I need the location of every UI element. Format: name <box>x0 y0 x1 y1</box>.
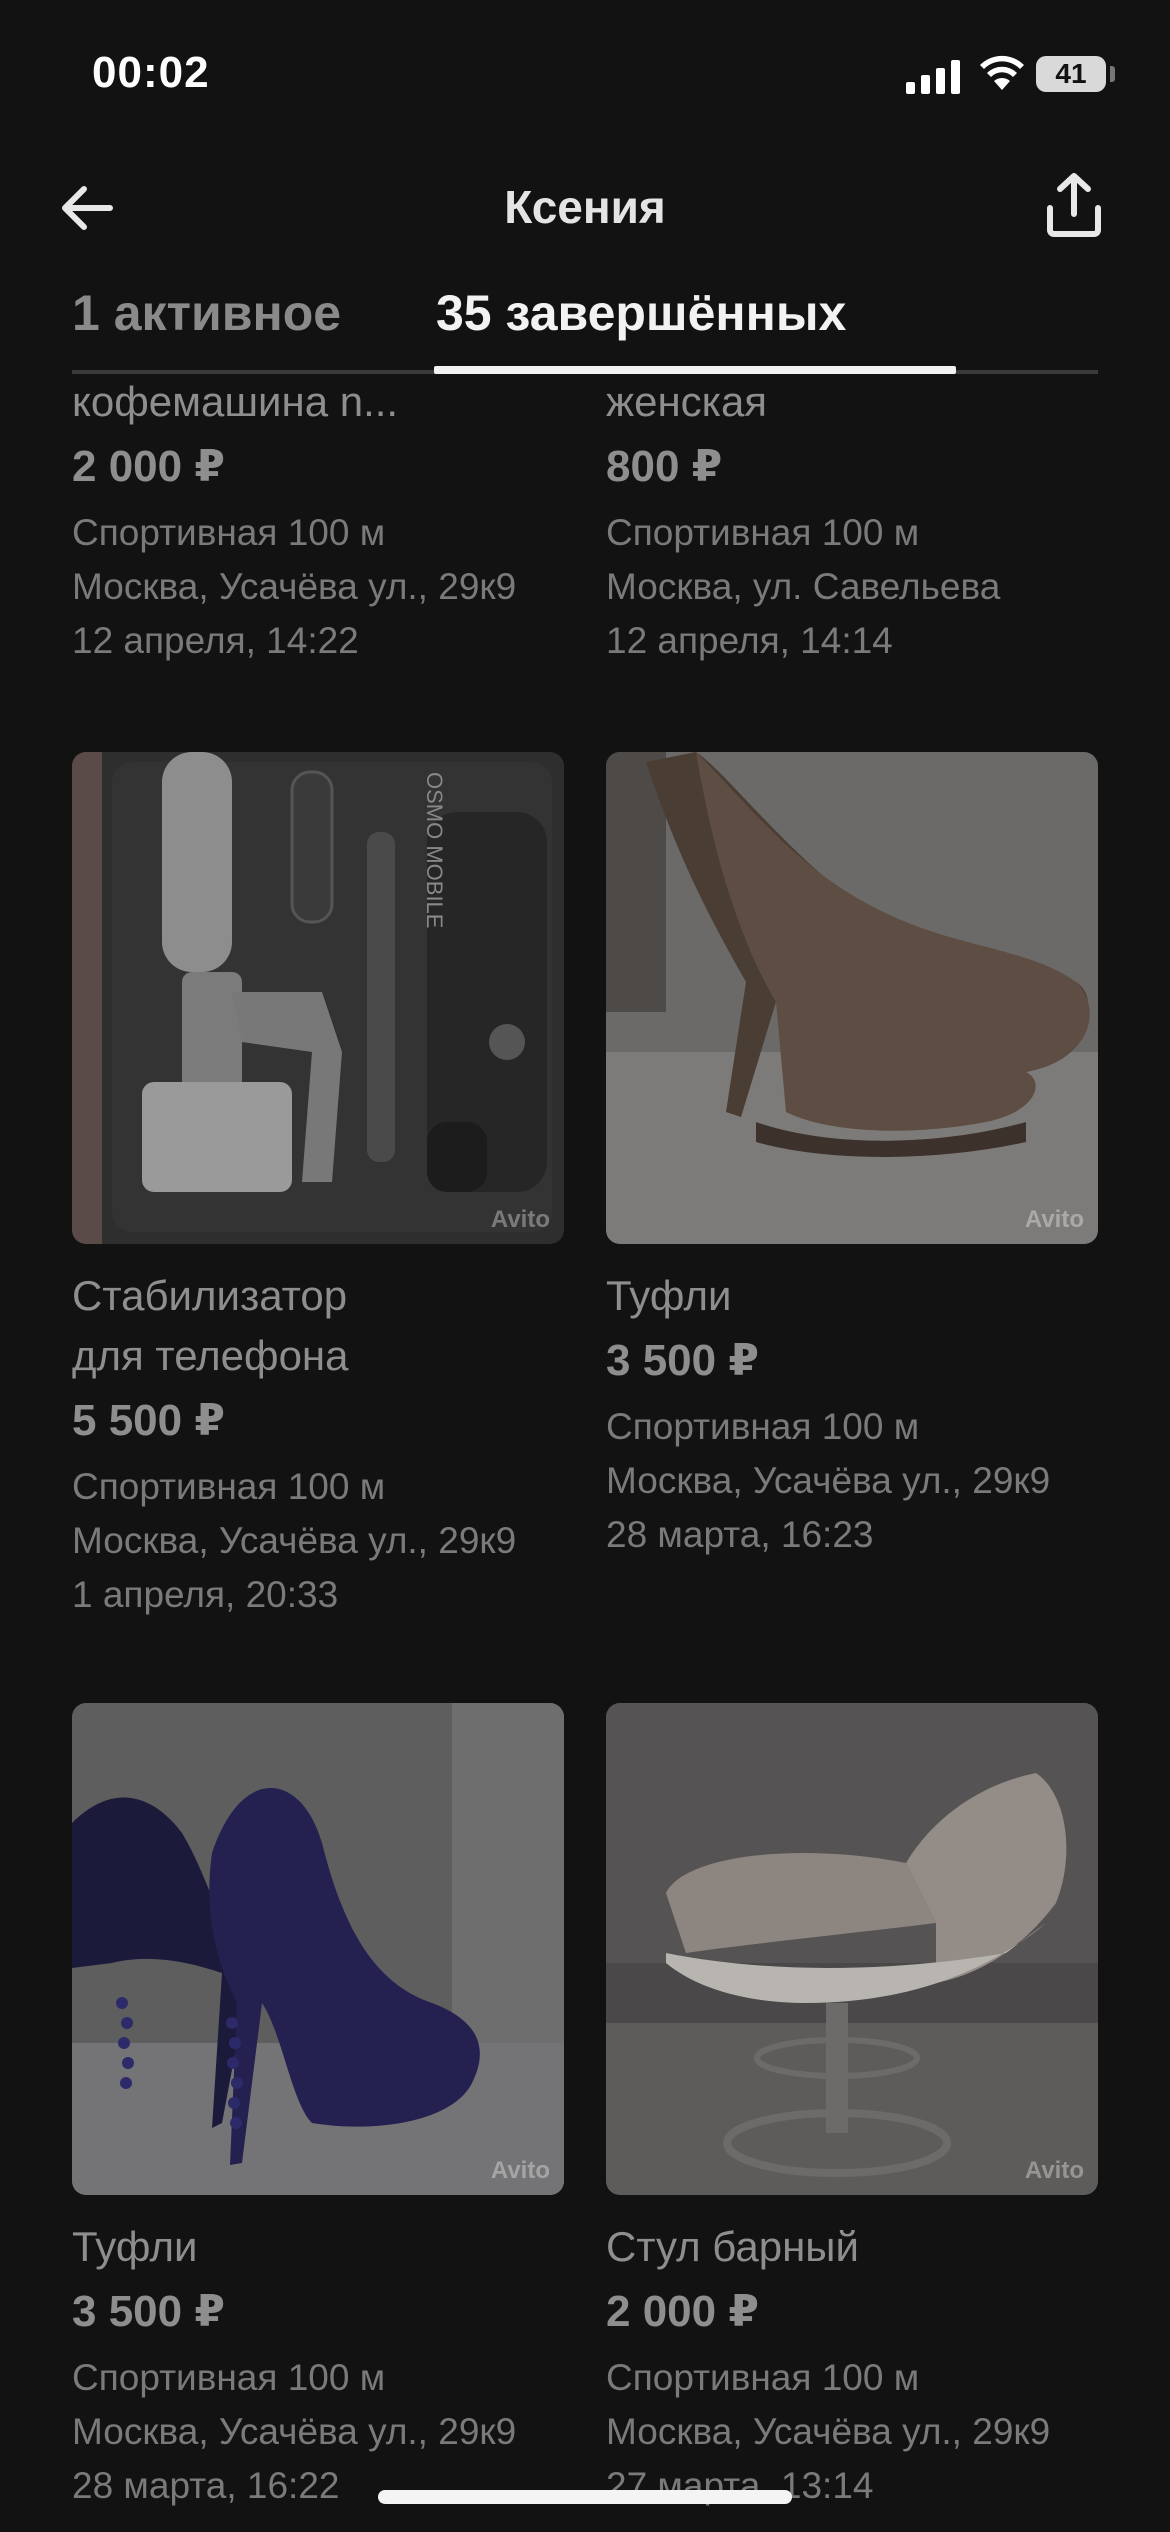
listing-date: 12 апреля, 14:22 <box>72 620 359 661</box>
listing-metro: Спортивная 100 м <box>606 512 920 553</box>
listing-price: 3 500 ₽ <box>72 2287 225 2336</box>
avito-watermark: Avito <box>490 2157 550 2184</box>
listing-title-line: Стабилизатор <box>72 1272 348 1319</box>
listing-title-line: для телефона <box>72 1332 349 1379</box>
osmo-mobile-print: OSMO MOBILE <box>422 772 447 928</box>
listing-card[interactable]: женская 800 ₽ Спортивная 100 м Москва, у… <box>606 372 1098 668</box>
listing-price: 5 500 ₽ <box>72 1396 225 1445</box>
listing-card[interactable]: Avito Стул барный 2 000 ₽ Спортивная 100… <box>606 1703 1098 2513</box>
listing-price: 3 500 ₽ <box>606 1336 759 1385</box>
listing-title: женская <box>606 378 768 425</box>
listing-address: Москва, Усачёва ул., 29к9 <box>606 2411 1051 2452</box>
battery-level: 41 <box>1055 58 1087 89</box>
share-icon[interactable] <box>1036 168 1112 244</box>
listing-metro: Спортивная 100 м <box>606 1406 920 1447</box>
bar-stool-photo <box>606 1703 1098 2195</box>
beige-heels-photo <box>606 752 1098 1244</box>
stabilizer-photo: OSMO MOBILE <box>72 752 564 1244</box>
avito-watermark: Avito <box>1024 2157 1084 2184</box>
listing-metro: Спортивная 100 м <box>72 2357 386 2398</box>
listing-address: Москва, ул. Савельева <box>606 566 1001 607</box>
listing-card[interactable]: кофемашина n... 2 000 ₽ Спортивная 100 м… <box>72 372 564 668</box>
tab-finished[interactable]: 35 завершённых <box>436 280 846 374</box>
listing-photo[interactable]: OSMO MOBILE Avito <box>72 752 564 1244</box>
tab-bar: 1 активное 35 завершённых <box>72 280 1098 374</box>
home-indicator[interactable] <box>378 2490 792 2504</box>
status-time: 00:02 <box>92 48 210 97</box>
battery-icon: 41 <box>1036 56 1106 92</box>
battery-tip <box>1110 66 1115 82</box>
listing-title: Стул барный <box>606 2223 859 2270</box>
listing-date: 28 марта, 16:22 <box>72 2465 340 2506</box>
listing-price: 800 ₽ <box>606 442 723 491</box>
wifi-icon <box>980 55 1024 90</box>
listing-address: Москва, Усачёва ул., 29к9 <box>72 566 517 607</box>
avito-watermark: Avito <box>490 1206 550 1233</box>
blue-heels-photo <box>72 1703 564 2195</box>
listing-address: Москва, Усачёва ул., 29к9 <box>606 1460 1051 1501</box>
listing-card[interactable]: Avito Туфли 3 500 ₽ Спортивная 100 м Мос… <box>72 1703 564 2513</box>
listing-metro: Спортивная 100 м <box>606 2357 920 2398</box>
listing-metro: Спортивная 100 м <box>72 1466 386 1507</box>
listing-price: 2 000 ₽ <box>72 442 225 491</box>
listing-metro: Спортивная 100 м <box>72 512 386 553</box>
listing-title: кофемашина n... <box>72 378 399 425</box>
listing-photo[interactable]: Avito <box>72 1703 564 2195</box>
listing-title: Туфли <box>606 1272 732 1319</box>
listing-date: 12 апреля, 14:14 <box>606 620 893 661</box>
listing-card[interactable]: Avito Туфли 3 500 ₽ Спортивная 100 м Мос… <box>606 752 1098 1562</box>
listing-address: Москва, Усачёва ул., 29к9 <box>72 1520 517 1561</box>
listing-title: Туфли <box>72 2223 198 2270</box>
listing-price: 2 000 ₽ <box>606 2287 759 2336</box>
listing-address: Москва, Усачёва ул., 29к9 <box>72 2411 517 2452</box>
listing-date: 27 марта, 13:14 <box>606 2465 874 2506</box>
cellular-signal-icon <box>906 60 960 94</box>
avito-watermark: Avito <box>1024 1206 1084 1233</box>
listing-date: 1 апреля, 20:33 <box>72 1574 339 1615</box>
tab-active[interactable]: 1 активное <box>72 280 341 374</box>
page-title: Ксения <box>504 181 666 233</box>
listing-photo[interactable]: Avito <box>606 752 1098 1244</box>
status-bar: 00:02 41 <box>0 0 1170 140</box>
listing-card[interactable]: OSMO MOBILE Avito Стабилизатор для телеф… <box>72 752 564 1622</box>
listing-date: 28 марта, 16:23 <box>606 1514 874 1555</box>
listing-photo[interactable]: Avito <box>606 1703 1098 2195</box>
listing-title: Стабилизатор для телефона <box>72 1266 564 1386</box>
